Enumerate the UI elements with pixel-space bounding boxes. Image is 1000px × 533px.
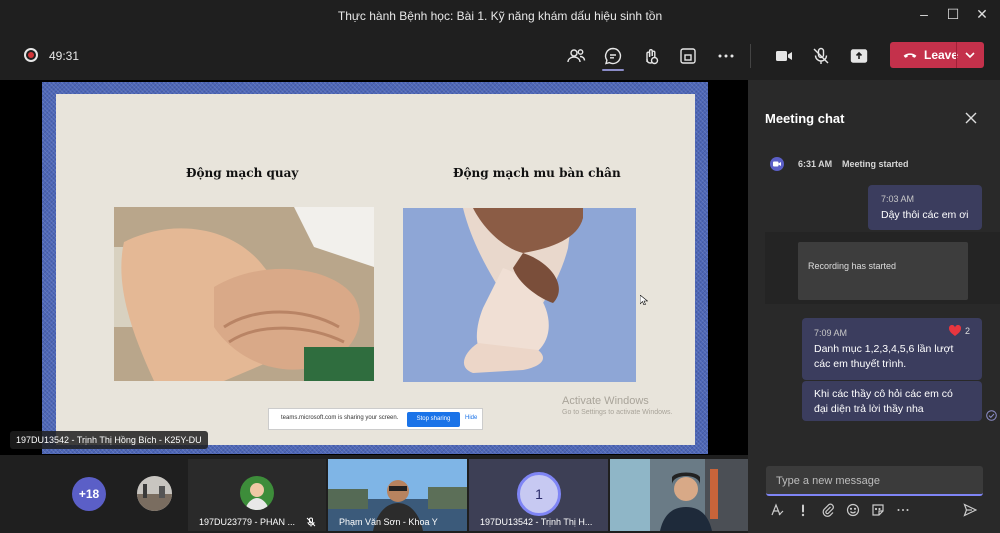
participant-avatar [240,476,274,510]
system-message-time: 6:31 AM [798,159,833,169]
participant-number-avatar: 1 [517,472,561,516]
recording-card[interactable]: Recording has started [798,242,968,300]
attach-icon[interactable] [821,503,835,517]
maximize-icon[interactable]: ☐ [943,6,963,23]
system-message-text: Meeting started [842,159,909,169]
mouse-cursor-icon [640,295,648,305]
slide-caption-right: Động mạch mu bàn chân [453,166,621,180]
participant-name: 197DU23779 - PHAN ... [199,517,296,527]
participant-name: Phạm Văn Sơn - Khoa Y [339,517,438,527]
participants-button[interactable] [564,44,588,68]
meeting-timer: 49:31 [49,49,80,63]
heart-reaction-icon[interactable] [949,325,961,337]
participant-name: 197DU13542 - Trịnh Thị H... [480,517,593,527]
activate-windows-subtitle: Go to Settings to activate Windows. [562,409,673,416]
screen-sharing-bar: teams.microsoft.com is sharing your scre… [268,408,483,430]
leave-button[interactable]: Leave [890,42,984,68]
leave-divider [956,42,957,68]
message-text: Dậy thôi các em ơi [881,209,969,221]
sticker-icon[interactable] [871,503,885,517]
title-bar: Thực hành Bệnh học: Bài 1. Kỹ năng khám … [0,0,1000,32]
recording-icon [24,48,38,62]
message-time: 7:09 AM [814,328,848,338]
chevron-down-icon[interactable] [962,47,978,63]
mic-off-icon [306,517,316,527]
dorsalis-pedis-photo [403,208,636,382]
hangup-icon [903,53,917,58]
chat-message[interactable]: 7:03 AM Dậy thôi các em ơi [868,185,982,230]
camera-icon [776,51,792,61]
compose-box[interactable] [766,466,983,496]
message-input[interactable] [776,473,971,489]
seen-check-icon [986,410,997,421]
more-participants-button[interactable]: +18 [72,477,106,511]
message-time: 7:03 AM [881,194,915,204]
chat-active-indicator [602,69,624,71]
chat-message[interactable]: Khi các thầy cô hỏi các em có đại diện t… [802,381,982,421]
reaction-count: 2 [965,326,971,336]
participant-tile[interactable] [610,459,750,531]
radial-pulse-photo [114,207,374,381]
ellipsis-icon [718,54,734,58]
sharing-notice: teams.microsoft.com is sharing your scre… [281,415,399,421]
reaction-icon [646,49,659,65]
close-icon[interactable] [964,111,978,125]
participant-tile[interactable]: 197DU23779 - PHAN ... [188,459,326,531]
window-icon [680,48,696,64]
share-tray-button[interactable] [676,44,700,68]
emoji-icon[interactable] [846,503,860,517]
important-icon[interactable] [796,503,810,517]
toolbar-divider [750,44,751,68]
chat-panel-title: Meeting chat [765,111,845,126]
more-actions-button[interactable] [714,44,738,68]
format-icon[interactable] [770,503,784,517]
mic-off-icon [813,47,829,64]
meeting-toolbar: 49:31 Leave [0,32,1000,80]
share-icon [850,49,868,63]
chat-icon [604,47,622,65]
hide-sharing-bar-link[interactable]: Hide [465,415,477,421]
reactions-button[interactable] [638,44,662,68]
minimize-icon[interactable]: – [914,6,934,22]
video-call-icon [770,157,784,171]
stop-sharing-button[interactable]: Stop sharing [407,412,460,427]
slide-caption-left: Động mạch quay [186,166,299,180]
participant-avatar[interactable] [137,476,172,511]
message-text-line: các em thuyết trình. [814,358,907,370]
activate-windows-title: Activate Windows [562,395,649,407]
message-text-line: đại diện trả lời thầy nha [814,403,924,415]
system-message: 6:31 AM Meeting started [770,156,990,172]
leave-label: Leave [924,48,959,62]
camera-button[interactable] [772,44,796,68]
send-icon[interactable] [963,503,977,517]
mic-button[interactable] [809,44,833,68]
people-icon [567,49,586,63]
presenter-name-label: 197DU13542 - Trịnh Thị Hồng Bích - K25Y-… [10,431,208,449]
message-text-line: Khi các thầy cô hỏi các em có [814,388,953,400]
window-title: Thực hành Bệnh học: Bài 1. Kỹ năng khám … [337,9,663,23]
close-window-icon[interactable]: ✕ [972,6,992,23]
recording-card-text: Recording has started [808,261,897,271]
participant-tile[interactable]: Phạm Văn Sơn - Khoa Y [328,459,467,531]
chat-button[interactable] [601,44,625,68]
message-text-line: Danh mục 1,2,3,4,5,6 lần lượt [814,343,954,355]
share-screen-button[interactable] [847,44,871,68]
more-options-icon[interactable] [896,503,910,517]
